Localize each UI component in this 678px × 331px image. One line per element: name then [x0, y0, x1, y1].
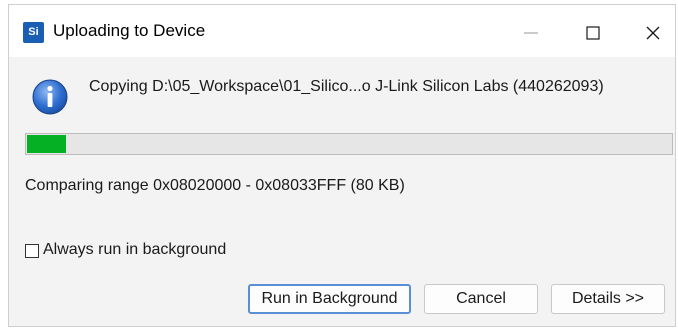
always-run-in-background-label[interactable]: Always run in background — [43, 241, 226, 259]
window-title: Uploading to Device — [53, 21, 206, 40]
close-button[interactable] — [633, 15, 673, 51]
copy-status-message: Copying D:\05_Workspace\01_Silico...o J-… — [89, 78, 604, 95]
maximize-icon — [586, 26, 600, 40]
cancel-button[interactable]: Cancel — [424, 284, 538, 314]
run-in-background-button[interactable]: Run in Background — [248, 284, 411, 314]
close-icon — [646, 26, 660, 40]
title-bar[interactable]: Si Uploading to Device — [9, 5, 675, 57]
comparing-range-status: Comparing range 0x08020000 - 0x08033FFF … — [25, 177, 405, 194]
silicon-labs-app-icon: Si — [23, 22, 44, 43]
details-button[interactable]: Details >> — [551, 284, 665, 314]
upload-progress-bar — [25, 133, 673, 155]
progress-fill — [27, 135, 66, 153]
maximize-button[interactable] — [573, 15, 613, 51]
upload-dialog: Si Uploading to Device Copying D:\05_Wor… — [8, 4, 676, 327]
minimize-icon — [524, 32, 538, 34]
always-run-in-background-checkbox[interactable] — [25, 244, 39, 258]
minimize-button[interactable] — [511, 15, 551, 51]
info-icon — [32, 79, 68, 115]
